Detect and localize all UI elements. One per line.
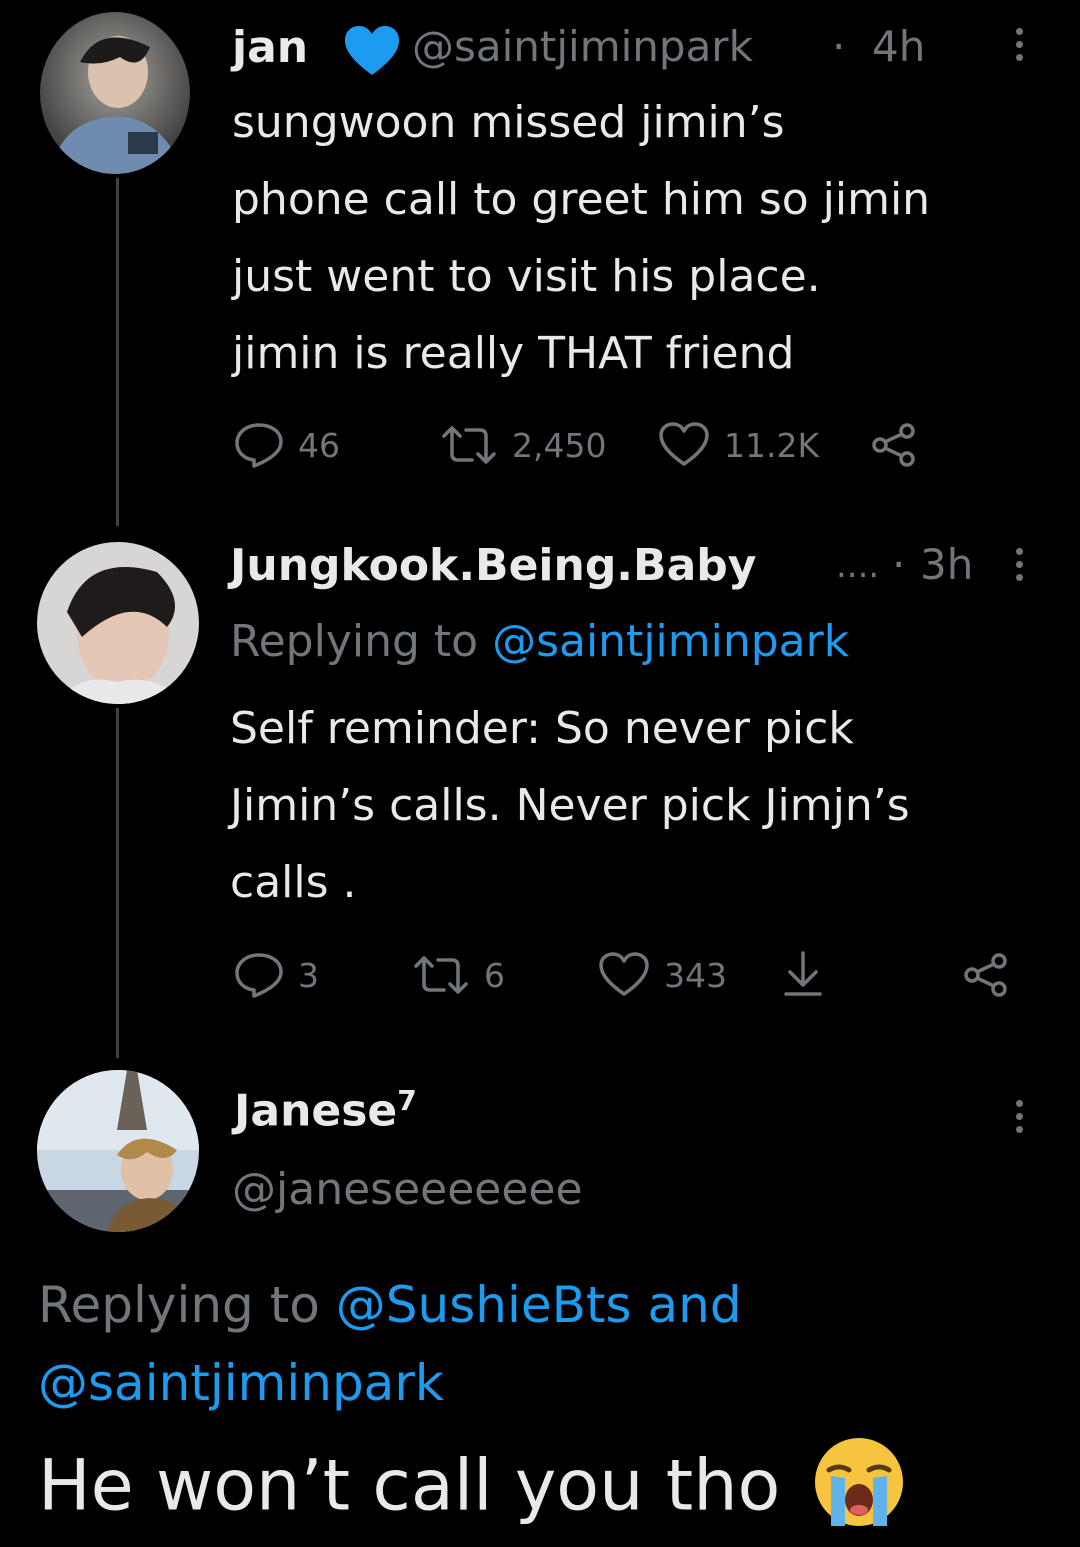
share-icon [964, 953, 1007, 997]
share-icon [872, 423, 915, 467]
more-vertical-icon[interactable] [1016, 1100, 1023, 1133]
share-button[interactable] [962, 952, 1010, 998]
tweet-text-body: He won’t call you tho [38, 1444, 781, 1527]
tweet-text: He won’t call you tho [38, 1434, 907, 1547]
ellipsis: .... [836, 546, 880, 586]
reply-count: 3 [298, 955, 319, 995]
download-icon [784, 951, 822, 996]
avatar[interactable] [40, 12, 190, 174]
tweet-text-line: jimin is really THAT friend [232, 328, 795, 379]
reply-count: 46 [298, 425, 340, 465]
tweet-text: sungwoon missed jimin’s phone call to gr… [232, 84, 1062, 392]
tweet-text: Self reminder: So never pick Jimin’s cal… [230, 690, 1070, 921]
retweet-icon [414, 956, 468, 994]
like-count: 343 [664, 955, 727, 995]
share-button[interactable] [870, 422, 918, 468]
download-button[interactable] [780, 950, 826, 998]
like-button[interactable]: 11.2K [658, 422, 819, 468]
handle[interactable]: @saintjiminpark [412, 22, 753, 71]
retweet-button[interactable]: 6 [412, 954, 505, 996]
replying-handle-link[interactable]: @saintjiminpark [38, 1354, 444, 1412]
display-name[interactable]: Jungkook.Being.Baby [230, 540, 756, 591]
tweet-text-line: just went to visit his place. [232, 251, 821, 302]
retweet-count: 2,450 [512, 425, 607, 465]
replying-to: Replying to @SushieBts and @saintjiminpa… [38, 1266, 1038, 1422]
retweet-count: 6 [484, 955, 505, 995]
tweet-text-line: sungwoon missed jimin’s [232, 97, 785, 148]
heart-icon [599, 952, 649, 996]
reply-icon [235, 953, 283, 998]
reply-icon [235, 423, 283, 468]
retweet-icon [442, 426, 496, 464]
loudly-crying-emoji [811, 1434, 907, 1547]
timestamp[interactable]: 4h [872, 22, 925, 71]
avatar[interactable] [37, 1070, 199, 1232]
replying-prefix: Replying to [38, 1276, 320, 1334]
timestamp[interactable]: 3h [920, 540, 973, 589]
replying-handle-link[interactable]: @SushieBts [336, 1276, 632, 1334]
retweet-button[interactable]: 2,450 [440, 424, 606, 466]
tweet-text-line: Jimin’s calls. Never pick Jimjn’s [230, 780, 910, 831]
verified-heart-icon [343, 25, 401, 81]
display-name-text: Janese [234, 1085, 398, 1137]
replying-handle-link[interactable]: @saintjiminpark [492, 616, 849, 667]
reply-button[interactable]: 3 [234, 952, 319, 998]
reply-button[interactable]: 46 [234, 422, 340, 468]
thread-line [116, 178, 119, 526]
heart-icon [659, 422, 709, 466]
tweet-text-line: calls . [230, 857, 357, 908]
separator-dot: · [832, 22, 846, 71]
thread-line [116, 708, 119, 1058]
tweet-text-line: Self reminder: So never pick [230, 703, 854, 754]
handle[interactable]: @janeseeeeeee [232, 1164, 583, 1215]
display-name[interactable]: jan [232, 22, 308, 73]
like-button[interactable]: 343 [598, 952, 727, 998]
replying-and: and [647, 1276, 742, 1334]
avatar[interactable] [37, 542, 199, 704]
replying-to: Replying to @saintjiminpark [230, 616, 849, 667]
more-vertical-icon[interactable] [1016, 28, 1023, 61]
display-name[interactable]: Janese7 [234, 1084, 417, 1137]
replying-prefix: Replying to [230, 616, 479, 667]
display-name-superscript: 7 [397, 1084, 417, 1117]
more-vertical-icon[interactable] [1016, 548, 1023, 581]
like-count: 11.2K [724, 425, 820, 465]
tweet-text-line: phone call to greet him so jimin [232, 174, 931, 225]
separator-dot: · [892, 540, 906, 589]
